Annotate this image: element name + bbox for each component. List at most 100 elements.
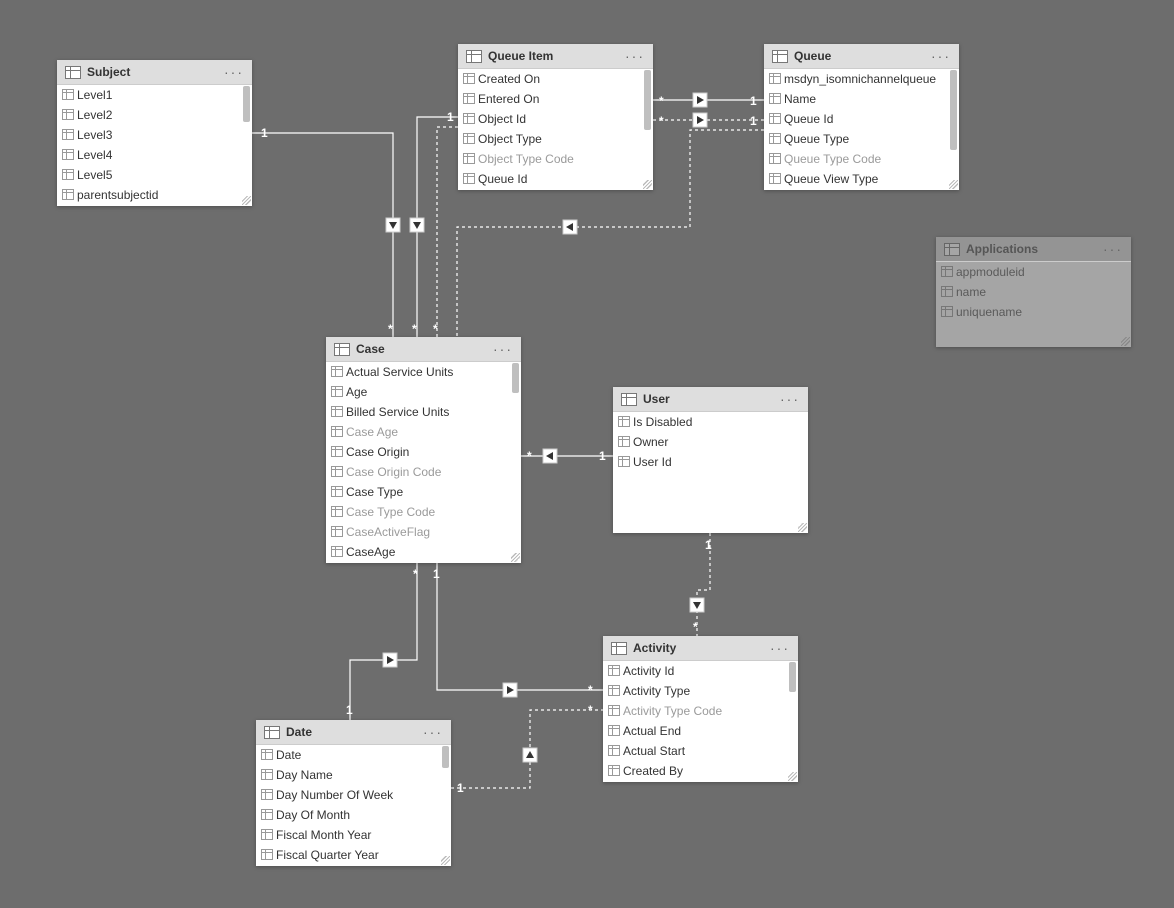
entity-case[interactable]: Case··· Actual Service Units AgeBilled Ser… [326,337,521,563]
entity-header[interactable]: Activity··· [603,636,798,661]
field-row[interactable]: uniquename [936,302,1131,322]
column-icon [261,809,273,820]
field-row[interactable]: Activity Id [603,661,798,681]
resize-grip-icon[interactable] [441,856,450,865]
field-label: Actual Service Units [346,365,453,379]
scrollbar-thumb[interactable] [644,70,651,130]
field-row[interactable]: msdyn_isomnichannelqueue [764,69,959,89]
field-label: Day Name [276,768,333,782]
entity-subject[interactable]: Subject···Level1Level2 Level3 Level4Level5… [57,60,252,206]
field-row[interactable]: Object Type Code [458,149,653,169]
field-row[interactable]: Queue Type [764,129,959,149]
field-label: Level3 [77,128,112,142]
cardinality-label: 1 [433,567,440,581]
field-row[interactable]: Day Number Of Week [256,785,451,805]
field-label: Queue Id [784,112,833,126]
field-row[interactable]: Created By [603,761,798,781]
resize-grip-icon[interactable] [643,180,652,189]
entity-queue[interactable]: Queue···msdyn_isomnichannelqueueName Queu… [764,44,959,190]
resize-grip-icon[interactable] [242,196,251,205]
connection-user-activity[interactable] [697,533,710,636]
field-row[interactable]: Owner [613,432,808,452]
entity-header[interactable]: Subject··· [57,60,252,85]
field-row[interactable]: appmoduleid [936,262,1131,282]
connection-queueitem-case[interactable] [417,117,458,337]
entity-header[interactable]: User··· [613,387,808,412]
field-row[interactable]: Day Of Month [256,805,451,825]
field-row[interactable]: Fiscal Month Year [256,825,451,845]
entity-options-icon[interactable]: ··· [423,724,443,740]
entity-activity[interactable]: Activity···Activity Id Activity Type Activ… [603,636,798,782]
entity-user[interactable]: User···Is DisabledOwnerUser Id [613,387,808,533]
entity-header[interactable]: Applications··· [936,237,1131,262]
field-row[interactable]: Queue Id [764,109,959,129]
connection-date-activity[interactable] [451,710,603,788]
entity-date[interactable]: Date···DateDay NameDay Number Of WeekDay… [256,720,451,866]
field-row[interactable]: Queue Id [458,169,653,189]
field-row[interactable]: Entered On [458,89,653,109]
field-row[interactable]: Actual Start [603,741,798,761]
entity-header[interactable]: Queue··· [764,44,959,69]
field-row[interactable]: Case Origin Code [326,462,521,482]
entity-queueItem[interactable]: Queue Item···Created OnEntered OnObject … [458,44,653,190]
field-row[interactable]: Billed Service Units [326,402,521,422]
connection-case-date[interactable] [350,563,417,720]
resize-grip-icon[interactable] [798,523,807,532]
field-row[interactable]: Queue Type Code [764,149,959,169]
field-row[interactable]: Age [326,382,521,402]
entity-options-icon[interactable]: ··· [493,341,513,357]
column-icon [941,266,953,277]
entity-header[interactable]: Case··· [326,337,521,362]
connection-case-activity[interactable] [437,563,603,690]
entity-title: Date [286,725,423,739]
field-row[interactable]: Case Origin [326,442,521,462]
field-row[interactable]: Fiscal Quarter Year [256,845,451,865]
entity-options-icon[interactable]: ··· [931,48,951,64]
entity-applications[interactable]: Applications···appmoduleidnameuniquename [936,237,1131,347]
field-row[interactable]: parentsubjectid [57,185,252,205]
field-row[interactable]: CaseAge [326,542,521,562]
field-row[interactable]: Activity Type Code [603,701,798,721]
field-row[interactable]: Actual End [603,721,798,741]
connection-queueitem-case-2[interactable] [437,127,458,337]
field-label: Activity Type [623,684,690,698]
field-row[interactable]: Name [764,89,959,109]
field-row[interactable]: Created On [458,69,653,89]
field-row[interactable]: Object Id [458,109,653,129]
field-row[interactable]: Level2 [57,105,252,125]
field-row[interactable]: Case Age [326,422,521,442]
entity-options-icon[interactable]: ··· [770,640,790,656]
field-row[interactable]: Actual Service Units [326,362,521,382]
field-row[interactable]: Day Name [256,765,451,785]
field-row[interactable]: Date [256,745,451,765]
field-row[interactable]: name [936,282,1131,302]
field-row[interactable]: CaseActiveFlag [326,522,521,542]
field-row[interactable]: User Id [613,452,808,472]
scrollbar-thumb[interactable] [243,86,250,122]
field-row[interactable]: Queue View Type [764,169,959,189]
connection-subject-case[interactable] [252,133,393,337]
entity-header[interactable]: Queue Item··· [458,44,653,69]
entity-options-icon[interactable]: ··· [1103,241,1123,257]
field-row[interactable]: Level3 [57,125,252,145]
scrollbar-thumb[interactable] [442,746,449,768]
field-row[interactable]: Object Type [458,129,653,149]
field-row[interactable]: Level5 [57,165,252,185]
entity-options-icon[interactable]: ··· [625,48,645,64]
scrollbar-thumb[interactable] [512,363,519,393]
entity-header[interactable]: Date··· [256,720,451,745]
field-row[interactable]: Case Type [326,482,521,502]
resize-grip-icon[interactable] [788,772,797,781]
field-row[interactable]: Level4 [57,145,252,165]
resize-grip-icon[interactable] [949,180,958,189]
field-row[interactable]: Case Type Code [326,502,521,522]
field-row[interactable]: Activity Type [603,681,798,701]
scrollbar-thumb[interactable] [789,662,796,692]
field-row[interactable]: Level1 [57,85,252,105]
entity-options-icon[interactable]: ··· [224,64,244,80]
resize-grip-icon[interactable] [511,553,520,562]
scrollbar-thumb[interactable] [950,70,957,150]
entity-options-icon[interactable]: ··· [780,391,800,407]
resize-grip-icon[interactable] [1121,337,1130,346]
field-row[interactable]: Is Disabled [613,412,808,432]
